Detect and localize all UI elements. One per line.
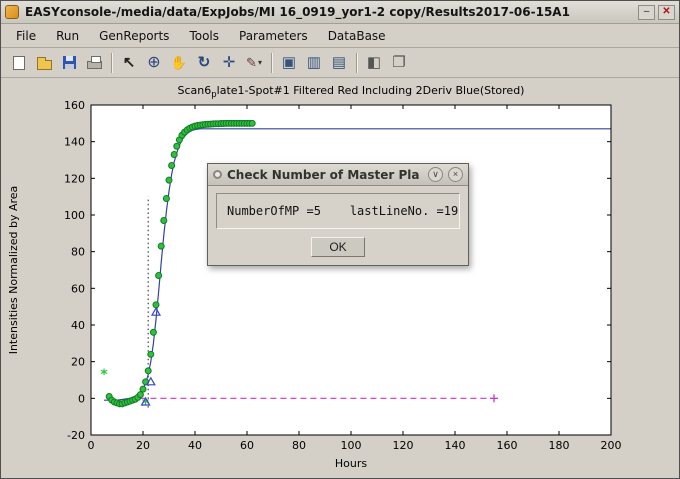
plot-tools-button[interactable] xyxy=(362,51,386,75)
brush-button[interactable] xyxy=(242,51,266,75)
titlebar[interactable]: EASYconsole-/media/data/ExpJobs/MI 16_09… xyxy=(1,1,679,24)
figure-area: **020406080100120140160180200-2002040608… xyxy=(1,78,679,478)
open-button[interactable] xyxy=(32,51,56,75)
insert-legend-icon xyxy=(332,55,346,70)
svg-text:120: 120 xyxy=(64,172,85,185)
svg-text:20: 20 xyxy=(71,356,85,369)
insert-chart-icon xyxy=(282,55,296,70)
insert-legend-button[interactable] xyxy=(327,51,351,75)
plot-tools-icon xyxy=(367,55,381,70)
svg-text:40: 40 xyxy=(71,319,85,332)
rotate-icon xyxy=(198,55,211,70)
toolbar-separator xyxy=(271,53,272,73)
dock-figure-button[interactable] xyxy=(387,51,411,75)
menu-item-file[interactable]: File xyxy=(7,26,45,46)
zoom-in-icon xyxy=(147,55,160,71)
ok-button[interactable]: OK xyxy=(311,237,365,257)
dialog-body: NumberOfMP =5 lastLineNo. =1928 OK xyxy=(208,186,468,265)
insert-chart-button[interactable] xyxy=(277,51,301,75)
svg-text:160: 160 xyxy=(497,439,518,452)
svg-text:100: 100 xyxy=(341,439,362,452)
close-button[interactable]: ✕ xyxy=(658,5,675,20)
insert-colorbar-button[interactable] xyxy=(302,51,326,75)
svg-text:100: 100 xyxy=(64,209,85,222)
axes-background xyxy=(91,105,611,435)
save-button[interactable] xyxy=(57,51,81,75)
zoom-in-button[interactable] xyxy=(142,51,166,75)
pointer-button[interactable] xyxy=(117,51,141,75)
pointer-icon xyxy=(123,55,136,70)
print-button[interactable] xyxy=(82,51,106,75)
svg-text:0: 0 xyxy=(88,439,95,452)
svg-text:60: 60 xyxy=(71,282,85,295)
print-icon xyxy=(87,61,102,69)
dialog-collapse-button[interactable]: ∨ xyxy=(428,167,443,182)
toolbar-separator xyxy=(111,53,112,73)
menu-item-genreports[interactable]: GenReports xyxy=(90,26,178,46)
new-icon xyxy=(13,56,25,70)
rotate-button[interactable] xyxy=(192,51,216,75)
svg-text:120: 120 xyxy=(393,439,414,452)
new-button[interactable] xyxy=(7,51,31,75)
pan-icon xyxy=(171,56,187,69)
brush-icon xyxy=(246,56,262,69)
svg-text:180: 180 xyxy=(549,439,570,452)
svg-text:140: 140 xyxy=(64,136,85,149)
svg-text:80: 80 xyxy=(292,439,306,452)
svg-text:*: * xyxy=(100,367,108,383)
save-icon xyxy=(63,56,76,69)
svg-text:80: 80 xyxy=(71,246,85,259)
menu-item-database[interactable]: DataBase xyxy=(319,26,395,46)
dialog-close-button[interactable]: × xyxy=(448,167,463,182)
svg-text:200: 200 xyxy=(601,439,622,452)
data-cursor-icon xyxy=(223,55,236,70)
svg-text:140: 140 xyxy=(445,439,466,452)
dock-figure-icon xyxy=(392,55,405,70)
minimize-button[interactable]: – xyxy=(638,5,655,20)
toolbar xyxy=(1,48,679,78)
dialog-titlebar[interactable]: Check Number of Master Pla ∨ × xyxy=(208,164,468,186)
svg-text:20: 20 xyxy=(136,439,150,452)
menu-item-tools[interactable]: Tools xyxy=(180,26,228,46)
app-window: EASYconsole-/media/data/ExpJobs/MI 16_09… xyxy=(0,0,680,479)
pan-button[interactable] xyxy=(167,51,191,75)
svg-text:0: 0 xyxy=(78,392,85,405)
toolbar-separator xyxy=(356,53,357,73)
dialog-message: NumberOfMP =5 lastLineNo. =1928 xyxy=(216,193,460,229)
dialog-icon xyxy=(213,170,222,179)
svg-text:-20: -20 xyxy=(67,429,85,442)
menu-item-run[interactable]: Run xyxy=(47,26,88,46)
menubar: File Run GenReports Tools Parameters Dat… xyxy=(1,24,679,48)
x-axis-label: Hours xyxy=(335,457,367,470)
chart[interactable]: **020406080100120140160180200-2002040608… xyxy=(1,78,679,478)
y-axis-label: Intensities Normalized by Area xyxy=(7,186,20,355)
data-cursor-button[interactable] xyxy=(217,51,241,75)
svg-text:160: 160 xyxy=(64,99,85,112)
insert-colorbar-icon xyxy=(307,55,321,70)
svg-text:60: 60 xyxy=(240,439,254,452)
window-title: EASYconsole-/media/data/ExpJobs/MI 16_09… xyxy=(25,5,638,19)
menu-item-parameters[interactable]: Parameters xyxy=(230,26,317,46)
check-master-plate-dialog: Check Number of Master Pla ∨ × NumberOfM… xyxy=(207,163,469,266)
open-icon xyxy=(37,60,52,70)
dialog-title: Check Number of Master Pla xyxy=(227,168,423,182)
svg-text:40: 40 xyxy=(188,439,202,452)
app-icon xyxy=(5,5,19,19)
